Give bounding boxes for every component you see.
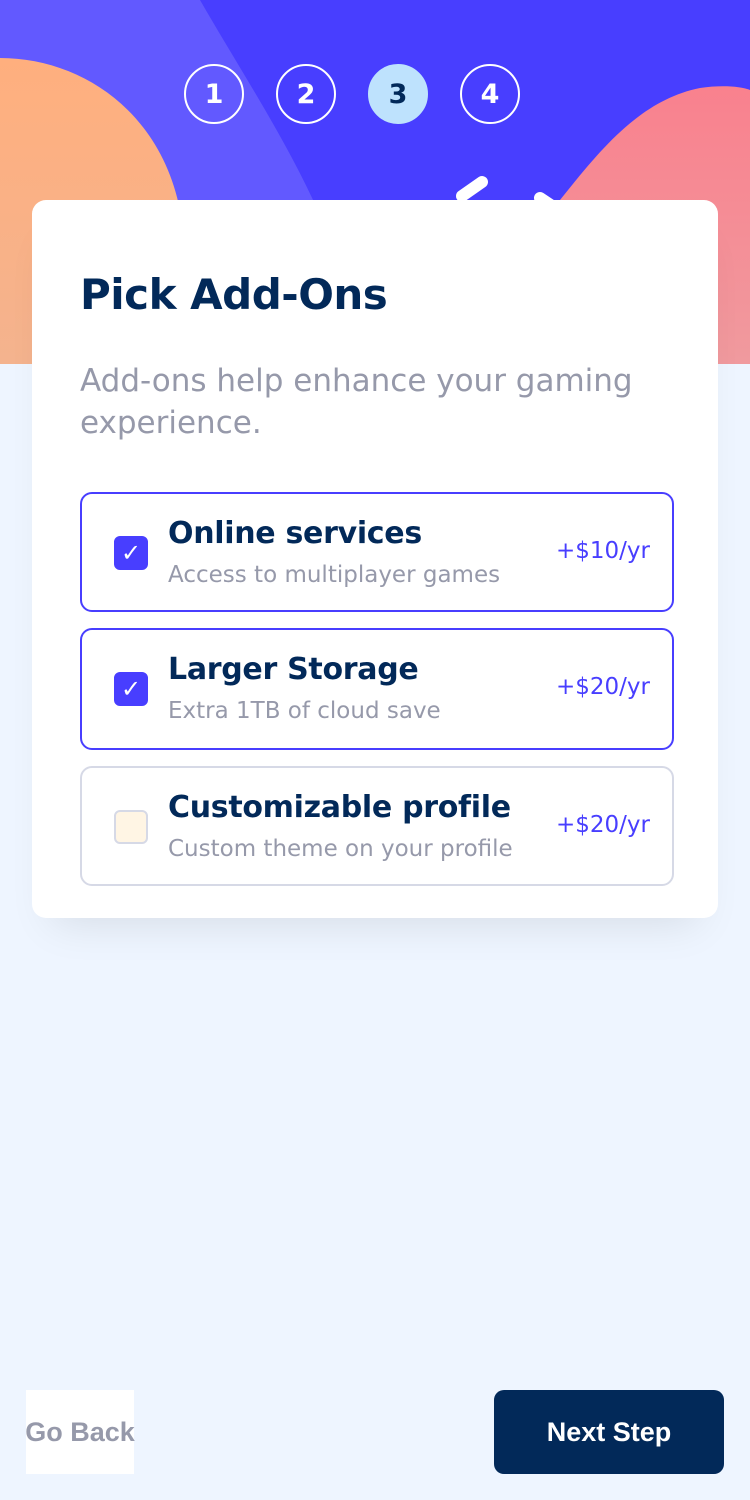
addon-checkbox[interactable] [114,810,148,844]
addon-online-services[interactable]: ✓ Online services Access to multiplayer … [80,492,674,612]
addon-name: Online services [168,516,422,551]
addon-larger-storage[interactable]: ✓ Larger Storage Extra 1TB of cloud save… [80,628,674,750]
addon-checkbox[interactable]: ✓ [114,672,148,706]
step-2-button[interactable]: 2 [276,64,336,124]
addon-customizable-profile[interactable]: Customizable profile Custom theme on you… [80,766,674,886]
step-1-button[interactable]: 1 [184,64,244,124]
addon-name: Customizable profile [168,790,511,825]
step-indicator: 1 2 3 4 [184,64,520,124]
step-4-button[interactable]: 4 [460,64,520,124]
checkmark-icon: ✓ [120,539,142,567]
addon-description: Custom theme on your profile [168,836,513,862]
checkmark-icon: ✓ [120,675,142,703]
addon-price: +$20/yr [556,812,650,838]
addon-price: +$20/yr [556,674,650,700]
next-step-button[interactable]: Next Step [494,1390,724,1474]
addon-description: Extra 1TB of cloud save [168,698,441,724]
addon-price: +$10/yr [556,538,650,564]
go-back-button[interactable]: Go Back [25,1390,135,1474]
step-3-button[interactable]: 3 [368,64,428,124]
addon-checkbox[interactable]: ✓ [114,536,148,570]
addon-description: Access to multiplayer games [168,562,501,588]
addon-name: Larger Storage [168,652,419,687]
form-card: Pick Add-Ons Add-ons help enhance your g… [32,200,718,918]
page-title: Pick Add-Ons [80,270,388,319]
page-subtitle: Add-ons help enhance your gaming experie… [80,363,633,441]
